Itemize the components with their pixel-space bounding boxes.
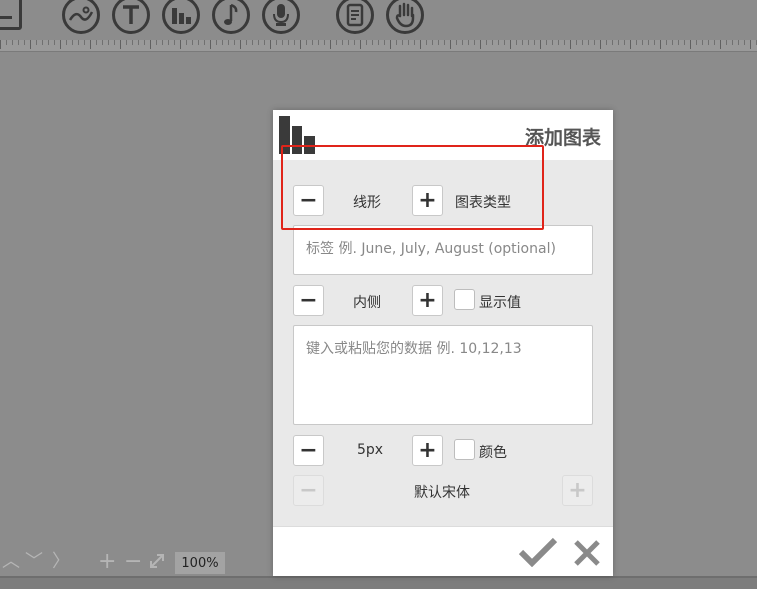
line-width-value: 5px — [357, 442, 384, 458]
status-strip — [0, 576, 757, 589]
note-icon[interactable] — [336, 0, 374, 34]
zoom-in-icon[interactable]: + — [98, 551, 116, 573]
frame-icon[interactable] — [0, 0, 22, 30]
position-row: − 内侧 + 显示值 — [293, 285, 593, 316]
highlight-box — [281, 145, 544, 230]
show-values-checkbox[interactable] — [454, 289, 475, 310]
position-prev-button[interactable]: − — [293, 285, 324, 316]
line-width-decrease-button[interactable]: − — [293, 435, 324, 466]
ruler — [0, 40, 757, 52]
font-row: − 默认宋体 + — [293, 475, 593, 506]
font-prev-button[interactable]: − — [293, 475, 324, 506]
music-icon[interactable] — [212, 0, 250, 34]
font-value: 默认宋体 — [414, 485, 470, 501]
show-values-label: 显示值 — [479, 295, 521, 311]
position-value: 内侧 — [353, 295, 381, 311]
chevron-right-icon[interactable]: 〉 — [52, 552, 70, 572]
chart-icon[interactable] — [162, 0, 200, 34]
close-icon[interactable] — [573, 539, 601, 571]
line-width-row: − 5px + 颜色 — [293, 435, 593, 466]
font-next-button[interactable]: + — [562, 475, 593, 506]
confirm-icon[interactable] — [518, 537, 558, 571]
text-icon[interactable] — [112, 0, 150, 34]
zoom-out-icon[interactable]: − — [124, 551, 142, 573]
labels-input[interactable]: 标签 例. June, July, August (optional) — [293, 225, 593, 275]
color-label: 颜色 — [479, 445, 507, 461]
zoom-level: 100% — [175, 552, 225, 574]
image-icon[interactable] — [62, 0, 100, 34]
top-toolbar — [0, 0, 757, 40]
chevron-down-icon[interactable]: ﹀ — [25, 552, 43, 572]
microphone-icon[interactable] — [262, 0, 300, 34]
data-input[interactable]: 键入或粘贴您的数据 例. 10,12,13 — [293, 325, 593, 425]
color-checkbox[interactable] — [454, 439, 475, 460]
line-width-increase-button[interactable]: + — [412, 435, 443, 466]
hand-icon[interactable] — [386, 0, 424, 34]
chevron-up-icon[interactable]: ︿ — [2, 552, 20, 572]
dialog-footer — [273, 526, 613, 576]
fit-screen-icon[interactable] — [148, 552, 166, 575]
position-next-button[interactable]: + — [412, 285, 443, 316]
